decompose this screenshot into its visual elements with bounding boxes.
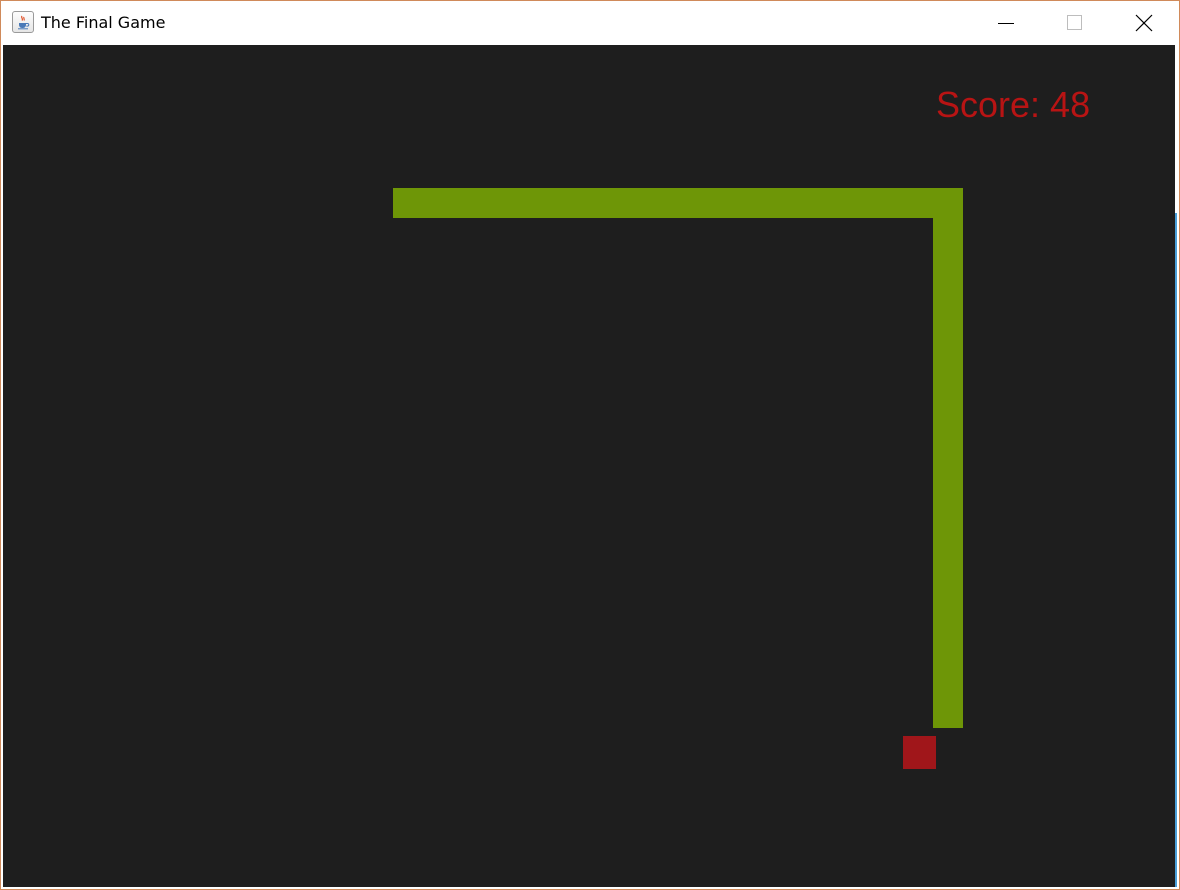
- window-edge-accent: [1175, 213, 1177, 887]
- maximize-icon: [1067, 15, 1082, 30]
- title-bar[interactable]: The Final Game: [1, 1, 1179, 45]
- snake-body-vertical: [933, 188, 963, 728]
- score-label: Score: 48: [936, 84, 1091, 125]
- close-icon: [1135, 14, 1153, 32]
- minimize-icon: [998, 23, 1014, 24]
- close-button[interactable]: [1109, 1, 1179, 45]
- java-cup-icon[interactable]: [12, 11, 34, 33]
- snake-body-horizontal: [393, 188, 963, 218]
- maximize-button[interactable]: [1039, 1, 1109, 45]
- food-pellet: [903, 736, 936, 769]
- game-window: The Final Game Score: 48: [0, 0, 1180, 890]
- game-board[interactable]: Score: 48: [3, 45, 1175, 887]
- window-title: The Final Game: [41, 13, 166, 32]
- minimize-button[interactable]: [971, 1, 1041, 45]
